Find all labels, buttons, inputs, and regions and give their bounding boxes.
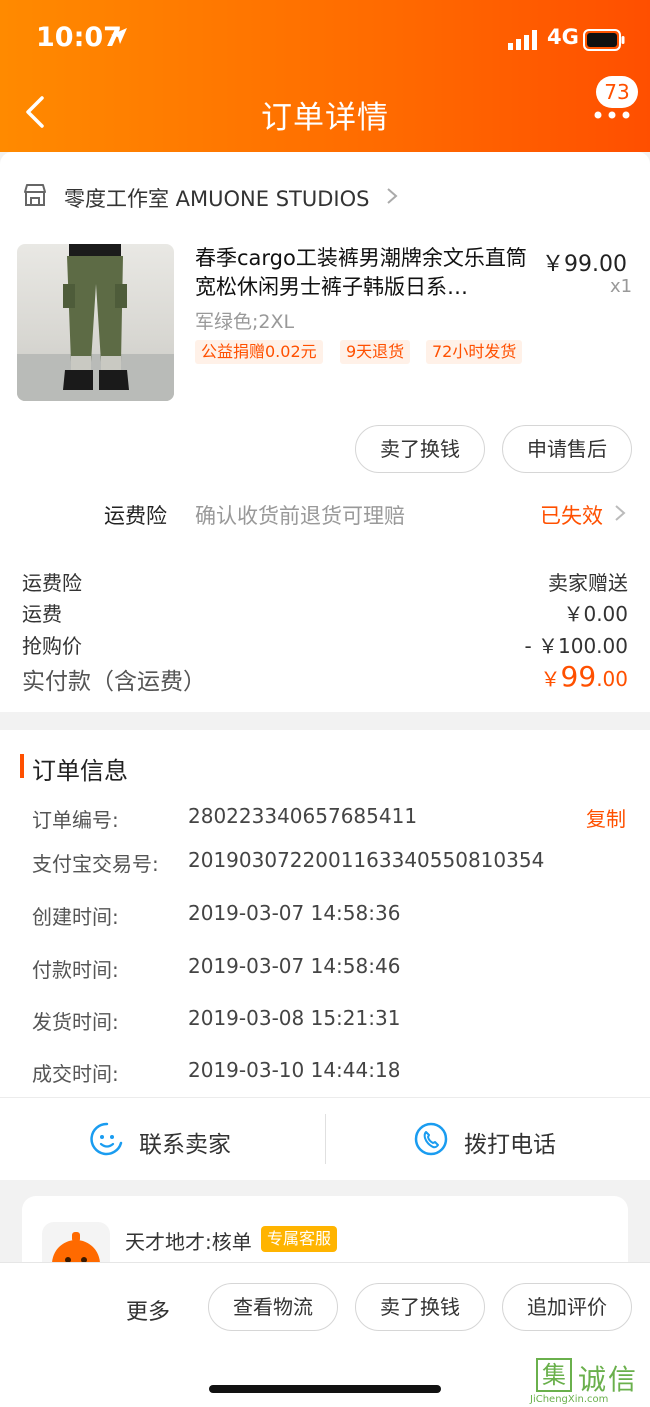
insurance-desc: 确认收货前退货可理赔: [195, 504, 405, 528]
after-sale-button[interactable]: 申请售后: [502, 425, 632, 473]
order-number-value: 280223340657685411: [188, 804, 418, 828]
product-title[interactable]: 春季cargo工装裤男潮牌余文乐直筒宽松休闲男士裤子韩版日系…: [195, 244, 535, 302]
insurance-status[interactable]: 已失效: [540, 500, 603, 530]
copy-button[interactable]: 复制: [586, 803, 626, 832]
completed-time-label: 成交时间:: [32, 1062, 119, 1086]
insurance-label: 运费险: [104, 504, 167, 528]
total-amount: ￥99.00: [541, 660, 628, 693]
fee-label-insurance: 运费险: [22, 571, 82, 595]
created-time-value: 2019-03-07 14:58:36: [188, 901, 401, 925]
chevron-right-icon: [387, 188, 398, 204]
fee-value-shipping: ￥0.00: [563, 602, 628, 626]
total-currency: ￥: [540, 667, 561, 691]
paid-time-label: 付款时间:: [32, 958, 119, 982]
alipay-trade-value: 2019030722001163340550810354: [188, 848, 545, 872]
contact-seller-button[interactable]: 联系卖家: [139, 1125, 231, 1159]
divider: [325, 1114, 326, 1164]
fee-value-insurance: 卖家赠送: [548, 571, 628, 595]
fee-label-discount: 抢购价: [22, 634, 82, 658]
order-info-title: 订单信息: [32, 757, 128, 785]
signal-icon: [508, 30, 537, 50]
total-label: 实付款（含运费）: [22, 669, 206, 695]
completed-time-value: 2019-03-10 14:44:18: [188, 1058, 401, 1082]
shipped-time-value: 2019-03-08 15:21:31: [188, 1006, 401, 1030]
network-type: 4G: [547, 25, 579, 49]
call-phone-button[interactable]: 拨打电话: [464, 1125, 556, 1159]
fee-value-discount: - ￥100.00: [524, 634, 628, 658]
more-dots-icon[interactable]: [592, 105, 632, 125]
view-logistics-button[interactable]: 查看物流: [208, 1283, 338, 1331]
sell-item-button[interactable]: 卖了换钱: [355, 425, 485, 473]
watermark-logo: 集: [536, 1358, 572, 1392]
shop-name-link[interactable]: 零度工作室 AMUONE STUDIOS: [64, 183, 369, 213]
cs-exclusive-tag: 专属客服: [261, 1226, 338, 1252]
cs-name: 天才地才:核单: [125, 1230, 252, 1254]
tag-charity: 公益捐赠0.02元: [195, 340, 323, 364]
fee-label-shipping: 运费: [22, 602, 62, 626]
divider: [0, 1097, 650, 1098]
store-icon: [24, 184, 46, 206]
order-number-label: 订单编号:: [32, 808, 119, 832]
sell-item-bottom-button[interactable]: 卖了换钱: [355, 1283, 485, 1331]
tag-return: 9天退货: [340, 340, 411, 364]
product-quantity: x1: [610, 276, 633, 297]
watermark-text: 诚信: [578, 1363, 639, 1396]
more-actions-button[interactable]: 更多: [126, 1294, 170, 1326]
product-price: ￥99.00: [542, 252, 627, 277]
phone-icon: [414, 1122, 448, 1156]
page-title: 订单详情: [261, 100, 389, 136]
home-indicator: [209, 1385, 441, 1393]
shipped-time-label: 发货时间:: [32, 1010, 119, 1034]
total-decimal: .00: [596, 667, 628, 691]
paid-time-value: 2019-03-07 14:58:46: [188, 954, 401, 978]
section-accent-bar: [20, 754, 24, 778]
pants-image-icon: [17, 244, 174, 401]
battery-icon: [583, 29, 625, 51]
product-sku: 军绿色;2XL: [195, 311, 295, 333]
message-badge: 73: [596, 76, 638, 108]
created-time-label: 创建时间:: [32, 905, 119, 929]
add-review-button[interactable]: 追加评价: [502, 1283, 632, 1331]
location-arrow-icon: [111, 28, 127, 44]
total-integer: 99: [560, 660, 597, 693]
tag-shipping: 72小时发货: [426, 340, 523, 364]
top-header: 10:07 4G 订单详情 73: [0, 0, 650, 152]
chat-smile-icon: [90, 1122, 123, 1156]
watermark-url: JiChengXin.com: [530, 1394, 609, 1405]
chevron-right-icon: [615, 505, 626, 521]
product-thumbnail[interactable]: [17, 244, 174, 401]
alipay-trade-label: 支付宝交易号:: [32, 852, 159, 876]
